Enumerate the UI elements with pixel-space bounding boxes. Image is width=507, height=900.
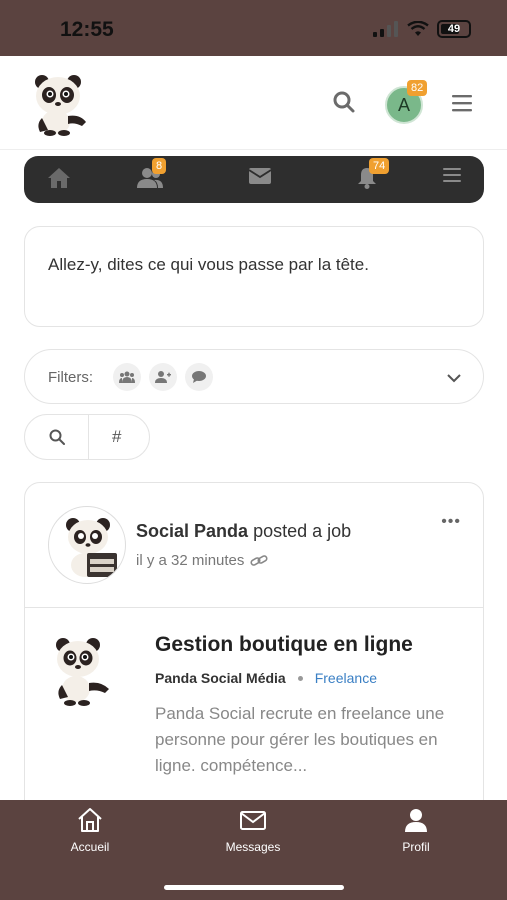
post-header: Social Panda posted a job — [136, 521, 351, 542]
pill-divider — [88, 415, 89, 459]
tab-profile-label: Profil — [402, 840, 430, 854]
job-description: Panda Social recrute en freelance une pe… — [155, 704, 445, 775]
job-image — [49, 635, 111, 707]
user-avatar-button[interactable]: A 82 — [385, 80, 428, 124]
user-plus-icon — [155, 371, 171, 383]
filters-label: Filters: — [48, 369, 93, 386]
user-icon — [405, 809, 427, 832]
job-type[interactable]: Freelance — [315, 670, 377, 686]
nav-menu[interactable] — [438, 167, 466, 193]
battery-level: 49 — [447, 23, 461, 35]
composer-placeholder: Allez-y, dites ce qui vous passe par la … — [48, 255, 369, 274]
menu-button[interactable] — [452, 94, 472, 117]
status-time: 12:55 — [60, 18, 114, 41]
comment-icon — [192, 371, 206, 383]
home-icon — [78, 808, 102, 832]
search-button[interactable] — [332, 90, 356, 119]
post-timestamp[interactable]: il y a 32 minutes — [136, 552, 268, 569]
nav-messages[interactable] — [246, 167, 274, 193]
post-author-name[interactable]: Social Panda — [136, 521, 248, 541]
nav-home[interactable] — [45, 167, 73, 193]
post-action: posted a job — [253, 521, 352, 541]
panda-logo[interactable] — [28, 72, 90, 136]
search-icon — [49, 429, 65, 445]
battery-icon: 49 — [437, 20, 471, 38]
mail-icon — [249, 168, 271, 184]
friends-badge: 8 — [152, 158, 167, 174]
meta-separator — [297, 675, 303, 681]
job-meta: Panda Social Média Freelance — [155, 670, 377, 686]
link-icon — [250, 554, 268, 566]
post-more-button[interactable]: ••• — [441, 513, 461, 531]
menu-icon — [452, 95, 472, 112]
feed-search-button[interactable] — [49, 429, 65, 450]
filters-bar[interactable]: Filters: — [24, 349, 484, 404]
post-author-avatar[interactable] — [48, 506, 126, 584]
filter-groups[interactable] — [113, 363, 141, 391]
hashtag-button[interactable]: # — [112, 427, 121, 447]
groups-icon — [119, 371, 135, 383]
mail-icon — [240, 811, 266, 830]
job-company[interactable]: Panda Social Média — [155, 670, 286, 686]
tab-messages-label: Messages — [225, 840, 281, 854]
nav-friends[interactable]: 8 — [136, 158, 167, 193]
avatar-badge: 82 — [407, 80, 428, 96]
home-icon — [48, 168, 70, 188]
tab-messages[interactable]: Messages — [203, 806, 303, 854]
main-nav: 8 74 — [24, 156, 484, 203]
search-hashtag-pill: # — [24, 414, 150, 460]
search-icon — [333, 91, 355, 113]
post-composer[interactable]: Allez-y, dites ce qui vous passe par la … — [24, 226, 484, 327]
wifi-icon — [407, 21, 429, 36]
status-bar: 12:55 49 — [0, 0, 507, 56]
card-divider — [25, 607, 483, 608]
post-card: Social Panda posted a job il y a 32 minu… — [24, 482, 484, 822]
home-indicator — [164, 885, 344, 890]
filters-expand[interactable] — [447, 370, 461, 388]
menu-icon — [443, 168, 461, 182]
signal-icon — [373, 21, 398, 37]
job-title[interactable]: Gestion boutique en ligne — [155, 633, 413, 657]
post-time-text: il y a 32 minutes — [136, 552, 245, 569]
chevron-down-icon — [447, 374, 461, 383]
notifications-badge: 74 — [369, 158, 390, 174]
tab-profile[interactable]: Profil — [366, 806, 466, 854]
tab-home-label: Accueil — [70, 840, 110, 854]
filter-comments[interactable] — [185, 363, 213, 391]
bottom-tab-bar: Accueil Messages Profil — [0, 800, 507, 900]
tab-home[interactable]: Accueil — [40, 806, 140, 854]
nav-notifications[interactable]: 74 — [353, 158, 390, 193]
status-icons: 49 — [373, 20, 471, 38]
filter-follow[interactable] — [149, 363, 177, 391]
app-header: A 82 — [0, 56, 507, 150]
